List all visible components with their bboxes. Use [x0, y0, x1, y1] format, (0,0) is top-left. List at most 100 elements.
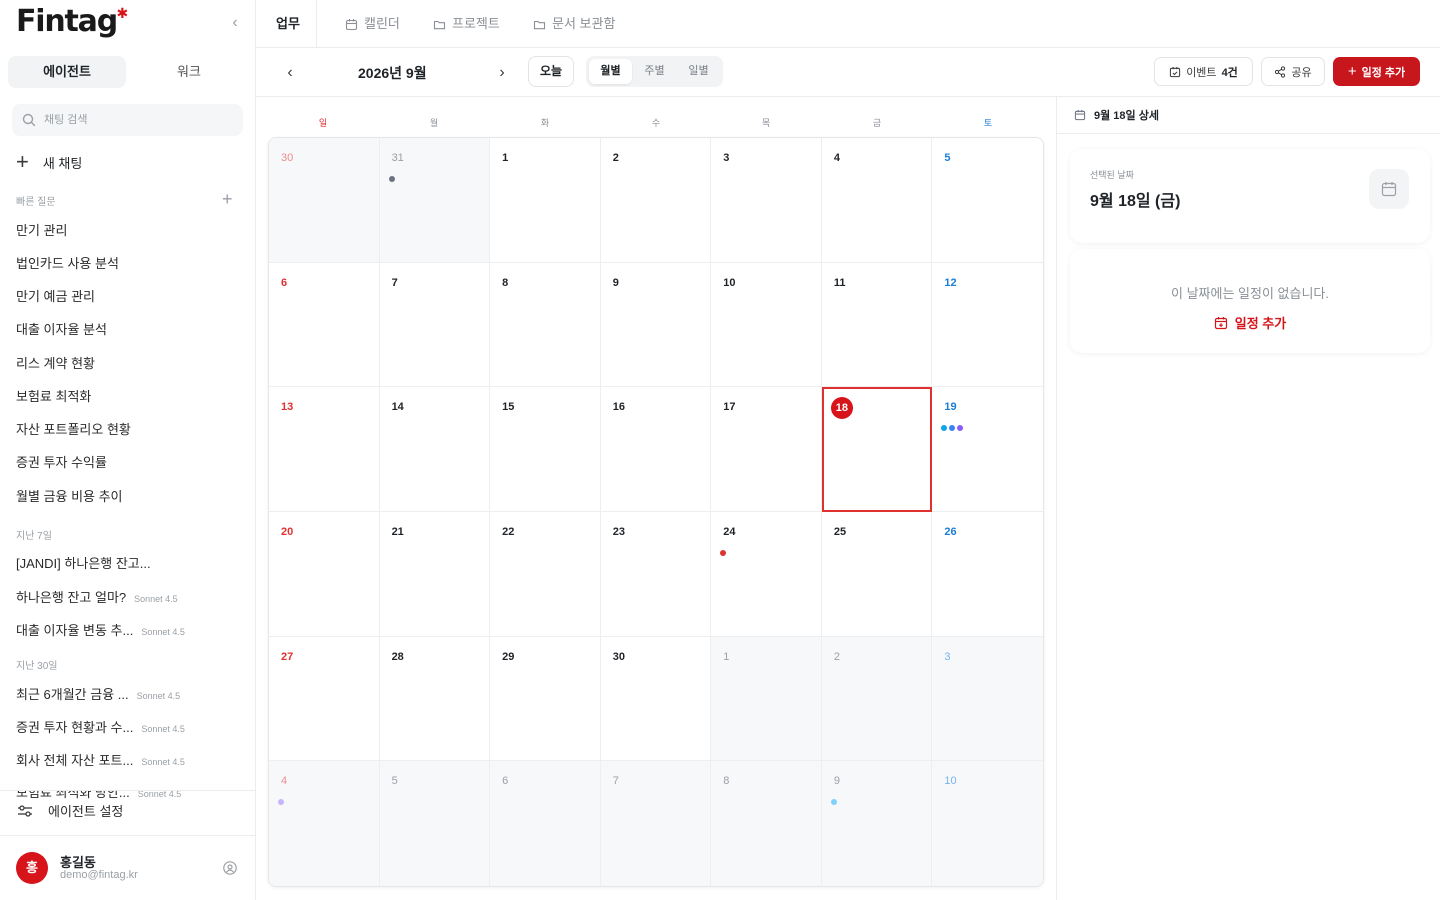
calendar-day-cell[interactable]: 5 [379, 761, 491, 886]
calendar-day-cell[interactable]: 1 [490, 138, 601, 263]
next-month-chevron-right-icon[interactable]: › [490, 61, 514, 85]
calendar-day-cell[interactable]: 4 [821, 138, 933, 263]
calendar-day-cell[interactable]: 22 [490, 511, 601, 637]
calendar-day-cell[interactable]: 29 [490, 636, 601, 762]
user-profile[interactable]: 홍 홍길동 demo@fintag.kr [16, 852, 242, 886]
calendar-day-cell[interactable]: 10 [932, 761, 1043, 886]
calendar-day-cell[interactable]: 11 [821, 262, 933, 388]
new-chat-button[interactable]: + 새 채팅 [16, 150, 82, 174]
calendar-day-cell[interactable]: 6 [490, 761, 601, 886]
events-count-button[interactable]: 이벤트 4건 [1154, 57, 1253, 86]
quick-item[interactable]: 만기 관리 [16, 220, 241, 239]
share-icon [1275, 65, 1286, 78]
quick-item[interactable]: 보험료 최적화 [16, 386, 241, 405]
calendar-day-cell[interactable]: 15 [490, 387, 601, 512]
tab-agent[interactable]: 에이전트 [8, 56, 126, 88]
quick-item[interactable]: 법인카드 사용 분석 [16, 253, 241, 272]
agent-settings-button[interactable]: 에이전트 설정 [16, 801, 123, 820]
calendar-day-cell[interactable]: 16 [600, 387, 712, 512]
divider [0, 835, 255, 836]
calendar-day-cell[interactable]: 10 [711, 262, 822, 388]
quick-item[interactable]: 증권 투자 수익률 [16, 452, 241, 471]
calendar-day-cell[interactable]: 9 [600, 262, 712, 388]
calendar-day-cell[interactable]: 12 [932, 263, 1043, 388]
quick-item[interactable]: 리스 계약 현황 [16, 353, 241, 372]
new-chat-label: 새 채팅 [42, 155, 83, 171]
quick-item[interactable]: 월별 금융 비용 추이 [16, 486, 241, 505]
chat-history-item[interactable]: [JANDI] 하나은행 잔고... [16, 553, 241, 572]
chat-history-item[interactable]: 대출 이자율 변동 추... Sonnet 4.5 [16, 620, 241, 639]
day-number: 4 [833, 152, 840, 164]
app-logo[interactable]: Fintag ✱ [16, 4, 128, 39]
day-number: 8 [723, 775, 730, 788]
calendar-day-cell[interactable]: 6 [269, 262, 380, 388]
calendar-day-cell[interactable]: 7 [379, 262, 491, 388]
calendar-day-cell[interactable]: 7 [600, 761, 712, 886]
user-menu-icon[interactable] [222, 860, 238, 876]
calendar-day-cell[interactable]: 1 [711, 636, 822, 762]
collapse-sidebar-chevron-left-icon[interactable]: ‹ [226, 14, 244, 32]
calendar-day-cell[interactable]: 19 [932, 387, 1043, 512]
tab-calendar[interactable]: 캘린더 [345, 0, 400, 48]
calendar-day-cell[interactable]: 8 [490, 262, 601, 388]
day-number: 2 [612, 152, 619, 164]
add-event-link[interactable]: 일정 추가 [1070, 313, 1430, 332]
day-number: 19 [944, 401, 957, 414]
share-button[interactable]: 공유 [1261, 57, 1325, 86]
calendar-day-cell[interactable]: 14 [379, 387, 491, 512]
calendar-day-cell[interactable]: 17 [711, 387, 822, 512]
calendar-day-cell[interactable]: 21 [379, 511, 491, 637]
event-dots [720, 549, 727, 556]
calendar-day-cell[interactable]: 28 [379, 636, 491, 762]
calendar-day-cell[interactable]: 8 [711, 761, 822, 886]
chat-search [12, 104, 243, 136]
calendar-day-cell[interactable]: 5 [932, 138, 1043, 263]
calendar-day-cell[interactable]: 30 [269, 138, 380, 263]
prev-month-chevron-left-icon[interactable]: ‹ [278, 61, 302, 85]
tab-projects[interactable]: 프로젝트 [433, 0, 500, 48]
quick-item[interactable]: 대출 이자율 분석 [16, 319, 241, 338]
calendar-day-cell[interactable]: 9 [821, 761, 933, 886]
chat-history-item[interactable]: 증권 투자 현황과 수... Sonnet 4.5 [16, 717, 241, 736]
calendar-day-cell[interactable]: 31 [379, 138, 491, 263]
detail-header: 9월 18일 상세 [1057, 97, 1440, 134]
day-number: 5 [944, 152, 951, 164]
calendar-day-cell[interactable]: 26 [932, 512, 1043, 637]
tab-work[interactable]: 워크 [130, 56, 248, 88]
chat-history-item[interactable]: 하나은행 잔고 얼마? Sonnet 4.5 [16, 587, 241, 606]
day-detail-panel: 9월 18일 상세 선택된 날짜 9월 18일 (금) 이 날짜에는 일정이 없… [1056, 97, 1440, 900]
folder-icon [433, 20, 446, 29]
chat-search-input[interactable] [44, 104, 234, 136]
calendar-day-cell[interactable]: 2 [600, 138, 712, 263]
calendar-day-cell[interactable]: 3 [711, 138, 822, 263]
today-button[interactable]: 오늘 [528, 56, 574, 87]
calendar-day-cell-selected[interactable]: 18 [821, 387, 933, 512]
tab-work-main[interactable]: 업무 [276, 0, 300, 48]
view-month[interactable]: 월별 [589, 59, 632, 84]
calendar-day-cell[interactable]: 30 [600, 636, 712, 762]
calendar-icon [345, 18, 358, 30]
tab-documents[interactable]: 문서 보관함 [533, 0, 615, 48]
add-event-button[interactable]: + 일정 추가 [1333, 57, 1420, 86]
calendar-day-cell[interactable]: 4 [269, 761, 380, 886]
calendar-day-cell[interactable]: 23 [600, 511, 712, 637]
calendar-day-cell[interactable]: 3 [932, 636, 1043, 762]
date-picker-button[interactable] [1369, 169, 1409, 209]
chat-history-item[interactable]: 회사 전체 자산 포트... Sonnet 4.5 [16, 750, 241, 769]
calendar-day-cell[interactable]: 2 [821, 636, 933, 762]
calendar-day-cell[interactable]: 13 [269, 387, 380, 512]
weekday-thu: 목 [761, 118, 771, 128]
selected-date-card: 선택된 날짜 9월 18일 (금) [1070, 149, 1430, 243]
chat-history-item[interactable]: 최근 6개월간 금융 ... Sonnet 4.5 [16, 684, 241, 703]
add-quick-question-plus-icon[interactable]: + [222, 190, 233, 208]
calendar-day-cell[interactable]: 27 [269, 636, 380, 762]
view-week[interactable]: 주별 [633, 59, 676, 84]
day-number: 6 [502, 775, 509, 788]
day-number: 18 [830, 397, 853, 420]
quick-item[interactable]: 자산 포트폴리오 현황 [16, 419, 241, 438]
view-day[interactable]: 일별 [677, 59, 720, 84]
quick-item[interactable]: 만기 예금 관리 [16, 286, 241, 305]
calendar-day-cell[interactable]: 24 [711, 511, 822, 637]
calendar-day-cell[interactable]: 25 [821, 511, 933, 637]
calendar-day-cell[interactable]: 20 [269, 511, 380, 637]
